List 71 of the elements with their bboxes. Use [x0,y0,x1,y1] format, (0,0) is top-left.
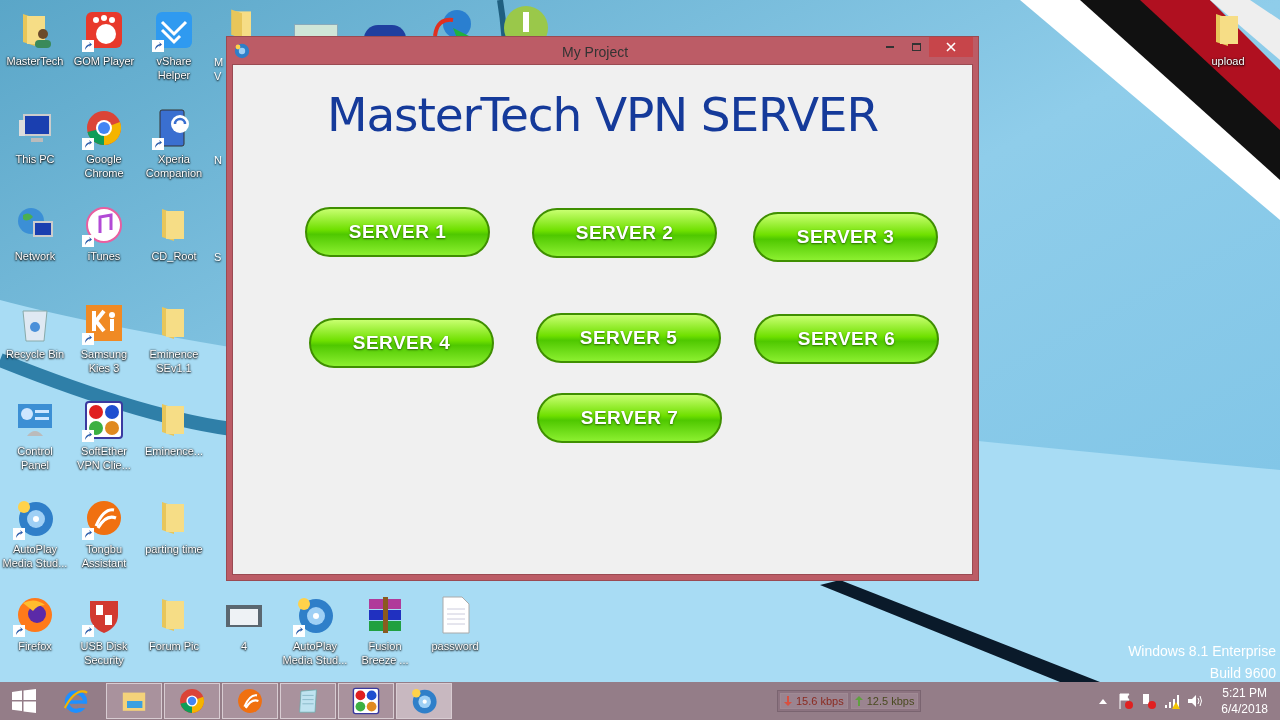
icon-label[interactable]: Fusion Breeze ... [352,639,418,667]
four-dots-icon [84,400,124,440]
icon-label[interactable]: Samsung Kies 3 [71,346,137,375]
app-heading: MasterTech VPN SERVER [327,87,878,143]
net-speed-readout: 15.6 kbps [780,693,848,709]
player-logo-icon [84,10,124,50]
clock-date[interactable]: 6/4/2018 [1221,701,1268,717]
taskbar-app-button[interactable] [338,683,394,719]
icon-label[interactable]: USB Disk Security [71,639,137,667]
icon-label[interactable]: password [431,639,479,653]
server-button[interactable]: SERVER 5 [536,313,721,363]
icon-label[interactable]: AutoPlay Media Stud... [2,541,68,570]
server-button[interactable]: SERVER 3 [753,212,938,262]
icon-label[interactable]: Tongbu Assistant [71,541,137,570]
icon-label[interactable]: N [214,152,222,167]
server-button[interactable]: SERVER 1 [305,207,490,257]
four-dots-icon [352,687,380,715]
icon-label[interactable]: Network [14,249,56,263]
icon-label[interactable]: vShare Helper [141,54,207,82]
icon-label[interactable]: Eminence... [144,444,204,458]
os-version-text: Build 9600 [1209,664,1276,683]
icon-label[interactable]: AutoPlay Media Stud... [282,639,348,667]
server-button[interactable]: SERVER 7 [537,393,722,443]
windows-logo-icon [12,689,36,713]
disc-icon [410,687,438,715]
up-arrow-icon [854,696,863,706]
shortcut-arrow-icon [82,235,94,247]
shortcut-arrow-icon [82,430,94,442]
close-icon [946,42,956,52]
close-button[interactable] [929,37,973,57]
shortcut-arrow-icon [293,625,305,637]
icon-label[interactable]: Control Panel [2,444,68,472]
icon-label[interactable]: MasterTech [6,54,64,68]
signal-warning-icon[interactable] [1163,692,1182,710]
icon-label[interactable]: M [214,55,224,69]
net-speed-readout: 12.5 kbps [850,693,919,709]
icon-label[interactable]: Eminence SEv1.1 [141,346,207,375]
os-version-text: Windows 8.1 Enterprise [1128,642,1276,661]
shortcut-arrow-icon [13,625,25,637]
icon-label[interactable]: S [214,250,222,264]
window-title: My Project [562,43,629,62]
shell-logo-icon [236,687,264,715]
icon-label[interactable]: GOM Player [73,54,135,68]
music-note-icon [84,205,124,245]
icon-label[interactable]: 4 [240,639,248,653]
shortcut-arrow-icon [82,40,94,52]
shortcut-arrow-icon [82,625,94,637]
browser-e-icon [62,687,90,715]
icon-label[interactable]: upload [1211,54,1245,68]
browser-logo-icon [178,687,206,715]
icon-label[interactable]: CD_Root [151,249,197,263]
server-button[interactable]: SERVER 6 [754,314,939,364]
down-arrow-icon [784,696,792,706]
icon-label[interactable]: This PC [15,151,55,166]
disc-icon [234,42,250,59]
icon-label[interactable]: iTunes [87,249,121,263]
shortcut-arrow-icon [152,40,164,52]
disc-icon [295,595,335,635]
flag-error-icon[interactable] [1117,692,1136,710]
icon-label[interactable]: Firefox [18,639,52,653]
icon-label[interactable]: Recycle Bin [5,346,65,361]
server-button[interactable]: SERVER 4 [309,318,494,368]
icon-label[interactable]: Forum Pic [148,639,200,653]
server-button[interactable]: SERVER 2 [532,208,717,258]
icon-label[interactable]: SoftEther VPN Clie... [71,444,137,472]
icon-label[interactable]: Xperia Companion [141,151,207,180]
app-tile-icon [84,302,124,343]
icon-label[interactable]: parting time [145,541,203,556]
icon-label[interactable]: V [214,69,224,83]
clock-time[interactable]: 5:21 PM [1222,685,1267,701]
icon-label[interactable]: Google Chrome [71,151,137,180]
